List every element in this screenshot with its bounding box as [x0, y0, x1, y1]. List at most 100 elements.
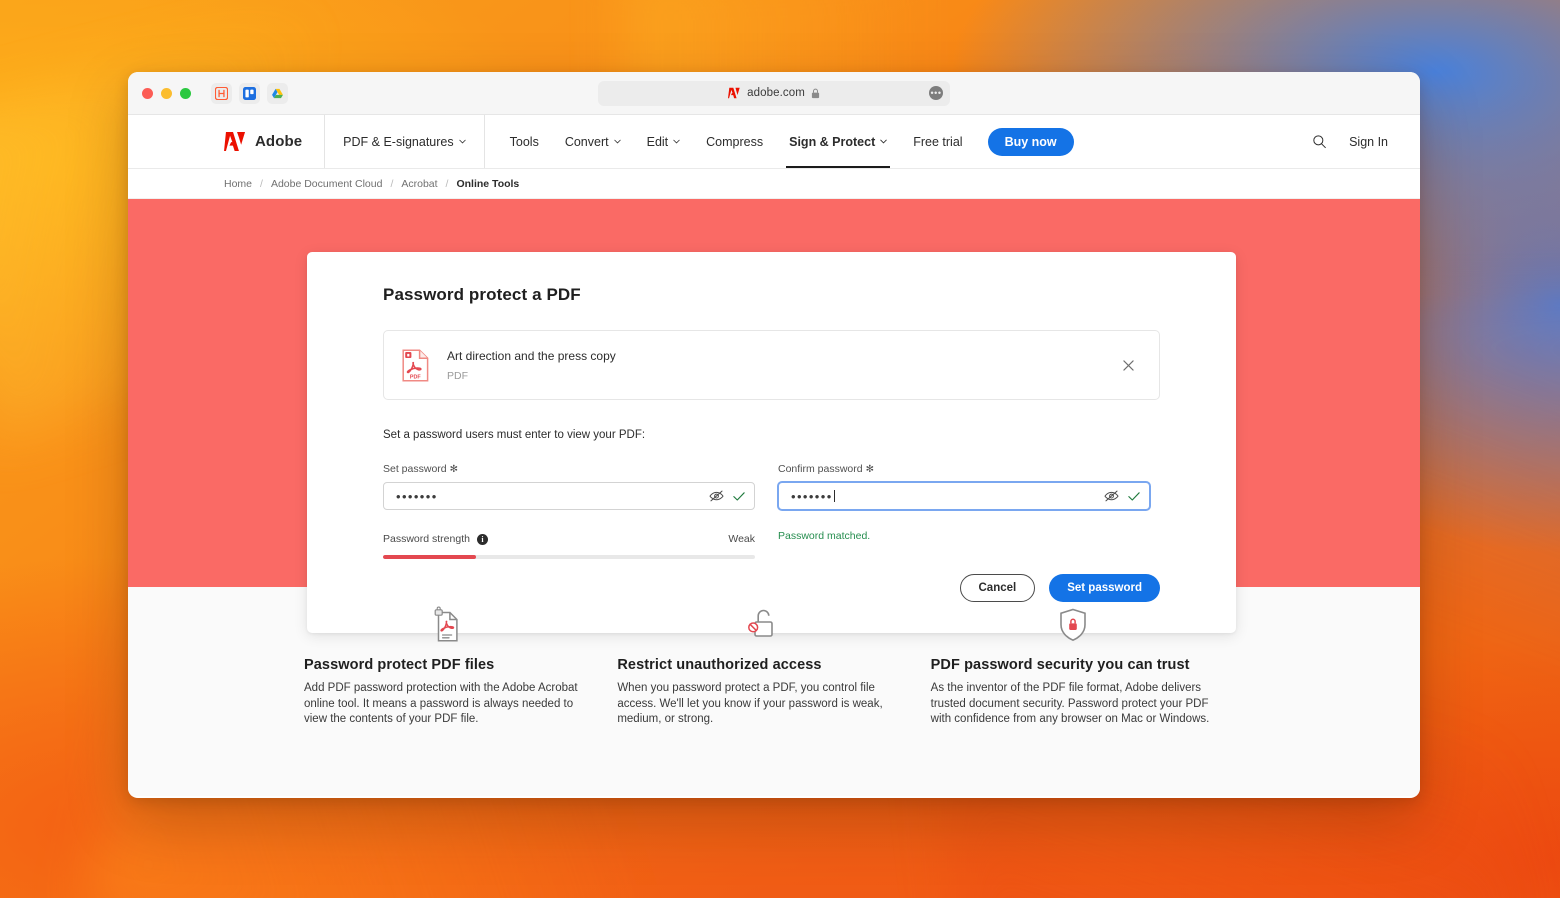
chevron-down-icon	[880, 139, 888, 144]
eye-off-icon[interactable]	[1104, 490, 1119, 503]
feature-body: Add PDF password protection with the Ado…	[304, 682, 578, 726]
page-title: Password protect a PDF	[383, 285, 581, 304]
address-bar-url: adobe.com	[747, 87, 805, 99]
search-icon[interactable]	[1312, 134, 1327, 149]
address-bar[interactable]: adobe.com •••	[598, 80, 950, 106]
feature-restrict-unauthorized-access: Restrict unauthorized access When you pa…	[617, 603, 930, 728]
breadcrumb-item-adobe-document-cloud[interactable]: Adobe Document Cloud	[271, 178, 383, 190]
password-strength-header: Password strength i Weak	[383, 533, 755, 545]
browser-toolbar: adobe.com •••	[128, 72, 1420, 115]
file-name: Art direction and the press copy	[447, 349, 616, 364]
feature-body: As the inventor of the PDF file format, …	[930, 682, 1210, 726]
password-match-message: Password matched.	[778, 530, 871, 542]
desktop-wallpaper: adobe.com ••• Adobe PDF & E-signatures T…	[0, 0, 1560, 898]
file-type: PDF	[447, 369, 468, 382]
confirm-password-label-text: Confirm password	[778, 463, 863, 475]
nav-primary-label: PDF & E-signatures	[343, 134, 454, 149]
password-protect-card: Password protect a PDF PDF Art direction…	[307, 252, 1236, 633]
feature-columns: Password protect PDF files Add PDF passw…	[128, 603, 1420, 728]
card-actions: Cancel Set password	[959, 574, 1160, 602]
window-controls	[142, 87, 191, 99]
nav-item-edit[interactable]: Edit	[634, 115, 694, 168]
global-navigation: Adobe PDF & E-signatures Tools Convert E…	[128, 115, 1420, 169]
check-icon	[733, 491, 745, 501]
breadcrumb-separator: /	[390, 177, 394, 190]
minimize-window-button[interactable]	[161, 87, 172, 99]
nav-primary-pdf-esignatures[interactable]: PDF & E-signatures	[324, 115, 485, 168]
feature-title: Password protect PDF files	[304, 657, 495, 673]
feature-pdf-password-security: PDF password security you can trust As t…	[931, 603, 1244, 728]
password-strength-label: Password strength	[383, 533, 470, 545]
set-password-value: •••••••	[396, 488, 438, 504]
confirm-password-input[interactable]: •••••••	[778, 482, 1150, 510]
maximize-window-button[interactable]	[180, 87, 191, 99]
feature-password-protect-pdf-files: Password protect PDF files Add PDF passw…	[304, 603, 617, 728]
cancel-button[interactable]: Cancel	[959, 574, 1036, 602]
sign-in-link[interactable]: Sign In	[1349, 135, 1388, 149]
check-icon	[1128, 491, 1140, 501]
nav-item-label: Edit	[646, 134, 669, 149]
hubspot-extension-icon[interactable]	[211, 82, 232, 104]
chevron-down-icon	[458, 139, 466, 144]
address-bar-more-button[interactable]: •••	[929, 86, 943, 100]
feature-title: PDF password security you can trust	[930, 657, 1190, 673]
locked-pdf-icon	[304, 603, 589, 647]
more-dots-icon: •••	[930, 87, 942, 98]
google-drive-extension-icon[interactable]	[267, 82, 288, 104]
breadcrumb-item-acrobat[interactable]: Acrobat	[401, 178, 437, 190]
confirm-password-field: Confirm password ✻ ••••••• Password matc…	[778, 463, 1150, 559]
unlocked-padlock-blocked-icon	[617, 603, 902, 647]
set-password-label-text: Set password	[383, 463, 447, 475]
file-meta: Art direction and the press copy PDF	[447, 348, 616, 382]
close-window-button[interactable]	[142, 87, 153, 99]
uploaded-file-row: PDF Art direction and the press copy PDF	[383, 330, 1160, 400]
set-password-label: Set password ✻	[383, 463, 755, 475]
password-strength-value: Weak	[728, 533, 755, 545]
set-password-input-icons	[709, 490, 745, 503]
breadcrumb-separator: /	[260, 177, 263, 190]
eye-off-icon[interactable]	[709, 490, 724, 503]
lock-icon	[811, 88, 820, 98]
adobe-favicon-icon	[728, 87, 740, 99]
nav-item-label: Free trial	[913, 134, 963, 149]
browser-window: adobe.com ••• Adobe PDF & E-signatures T…	[128, 72, 1420, 798]
nav-item-label: Convert	[564, 134, 609, 149]
password-strength-meter: Password strength i Weak	[383, 533, 755, 559]
password-strength-track	[383, 555, 755, 559]
instruction-text: Set a password users must enter to view …	[383, 429, 646, 441]
shield-lock-icon	[931, 603, 1216, 647]
breadcrumb-item-online-tools: Online Tools	[456, 177, 520, 190]
password-form: Set password ✻ ••••••• Password strength…	[383, 463, 1160, 559]
text-cursor	[833, 490, 835, 502]
nav-item-label: Compress	[706, 134, 764, 149]
nav-item-free-trial[interactable]: Free trial	[900, 115, 975, 168]
pdf-file-icon: PDF	[402, 348, 429, 382]
close-icon	[1122, 359, 1134, 371]
nav-item-sign-and-protect[interactable]: Sign & Protect	[776, 115, 900, 168]
page-content: Password protect a PDF PDF Art direction…	[128, 199, 1420, 796]
buy-now-button[interactable]: Buy now	[987, 127, 1074, 156]
info-icon[interactable]: i	[476, 533, 488, 545]
remove-file-button[interactable]	[1117, 354, 1139, 376]
nav-links: Tools Convert Edit Compress Sign & Prote…	[497, 115, 1074, 168]
feature-title: Restrict unauthorized access	[617, 657, 822, 673]
nav-item-label: Sign & Protect	[789, 134, 876, 149]
breadcrumb: Home / Adobe Document Cloud / Acrobat / …	[128, 169, 1420, 199]
set-password-input[interactable]: •••••••	[383, 482, 755, 510]
trello-extension-icon[interactable]	[239, 82, 260, 104]
chevron-down-icon	[673, 139, 680, 144]
password-strength-fill	[383, 555, 476, 559]
set-password-button[interactable]: Set password	[1049, 574, 1160, 602]
nav-item-convert[interactable]: Convert	[552, 115, 634, 168]
nav-utilities: Sign In	[1312, 115, 1388, 168]
nav-item-compress[interactable]: Compress	[693, 115, 776, 168]
nav-item-label: Tools	[509, 134, 539, 149]
breadcrumb-separator: /	[445, 177, 449, 190]
adobe-brand-name: Adobe	[255, 133, 303, 150]
chevron-down-icon	[613, 139, 621, 144]
confirm-password-input-icons	[1104, 490, 1140, 503]
breadcrumb-item-home[interactable]: Home	[224, 178, 252, 190]
nav-item-tools[interactable]: Tools	[497, 115, 552, 168]
adobe-logo[interactable]: Adobe	[224, 115, 324, 168]
extension-icons	[211, 82, 288, 104]
